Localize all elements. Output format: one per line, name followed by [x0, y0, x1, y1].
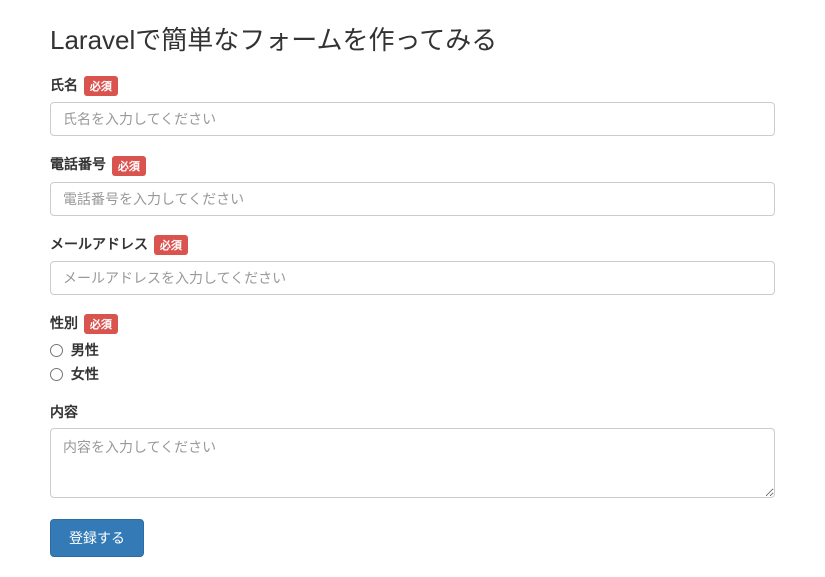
form-group-name: 氏名 必須 — [50, 75, 775, 136]
submit-button[interactable]: 登録する — [50, 519, 144, 557]
gender-female-radio[interactable] — [50, 368, 63, 381]
label-phone-text: 電話番号 — [50, 156, 106, 172]
simple-form: 氏名 必須 電話番号 必須 メールアドレス 必須 性別 必須 男性 — [50, 75, 775, 557]
required-badge: 必須 — [154, 235, 188, 255]
label-phone: 電話番号 必須 — [50, 154, 775, 175]
gender-male-label[interactable]: 男性 — [71, 342, 99, 358]
label-content: 内容 — [50, 402, 775, 422]
gender-female-label[interactable]: 女性 — [71, 366, 99, 382]
label-email-text: メールアドレス — [50, 236, 148, 252]
form-group-gender: 性別 必須 男性 女性 — [50, 313, 775, 384]
label-content-text: 内容 — [50, 404, 78, 420]
gender-radio-group: 男性 女性 — [50, 340, 775, 384]
form-group-phone: 電話番号 必須 — [50, 154, 775, 215]
radio-item-female: 女性 — [50, 364, 775, 384]
page-title: Laravelで簡単なフォームを作ってみる — [50, 20, 775, 57]
radio-item-male: 男性 — [50, 340, 775, 360]
form-group-content: 内容 — [50, 402, 775, 501]
content-textarea[interactable] — [50, 428, 775, 498]
required-badge: 必須 — [84, 76, 118, 96]
label-email: メールアドレス 必須 — [50, 234, 775, 255]
label-gender-text: 性別 — [50, 315, 78, 331]
label-name-text: 氏名 — [50, 77, 78, 93]
label-name: 氏名 必須 — [50, 75, 775, 96]
label-gender: 性別 必須 — [50, 313, 775, 334]
required-badge: 必須 — [84, 314, 118, 334]
email-input[interactable] — [50, 261, 775, 295]
form-group-email: メールアドレス 必須 — [50, 234, 775, 295]
phone-input[interactable] — [50, 182, 775, 216]
name-input[interactable] — [50, 102, 775, 136]
gender-male-radio[interactable] — [50, 344, 63, 357]
required-badge: 必須 — [112, 156, 146, 176]
